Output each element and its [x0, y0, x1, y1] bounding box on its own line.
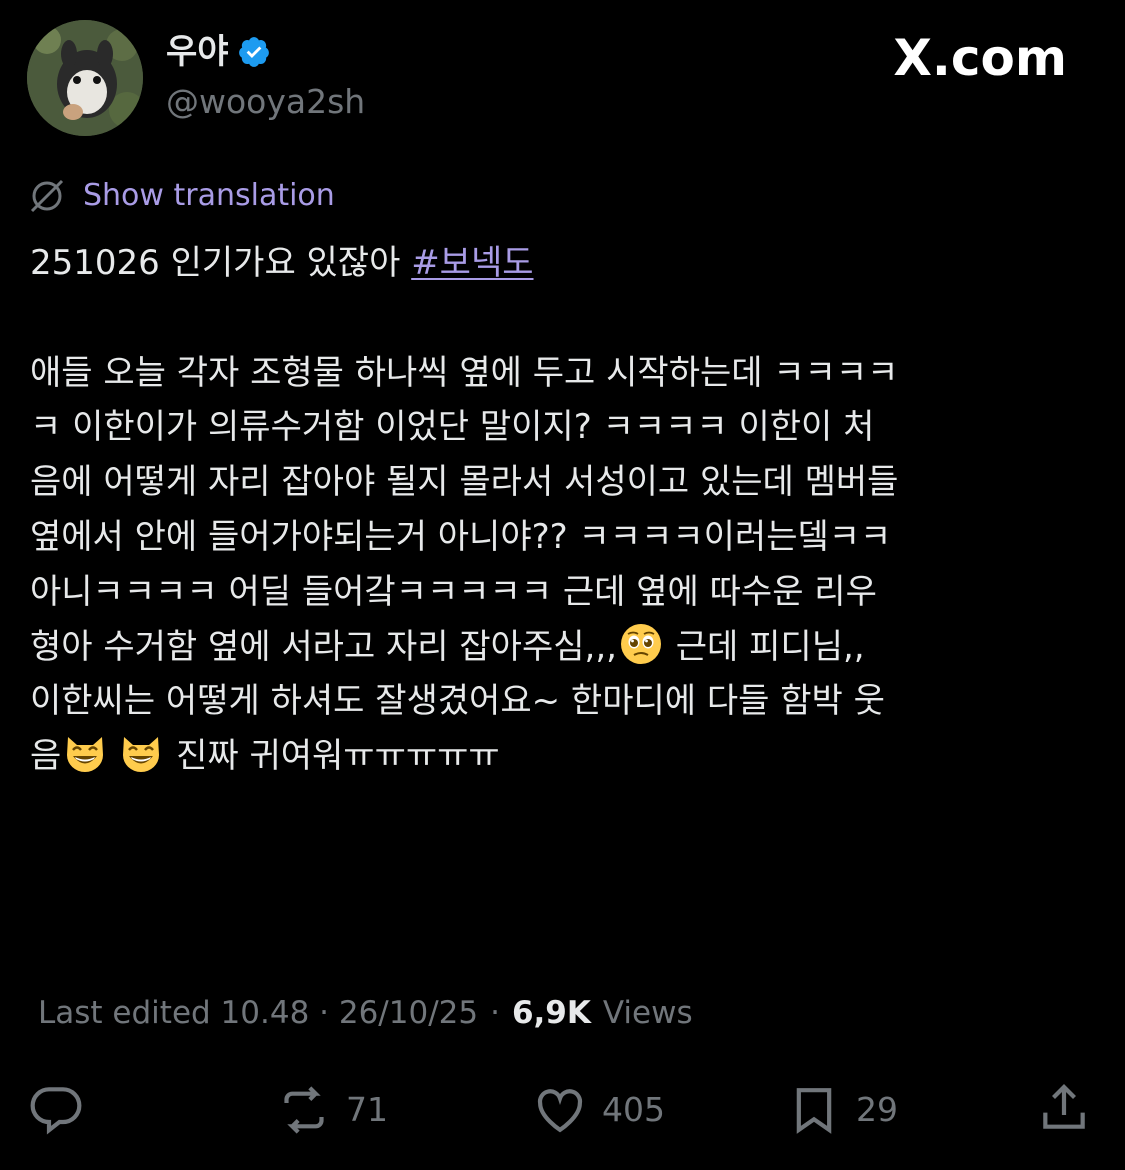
brand-logo: X.com	[893, 30, 1067, 86]
share-icon	[1043, 1084, 1085, 1129]
tweet-intro-text: 251026 인기가요 있잖아	[30, 243, 412, 283]
tweet-first-line: 251026 인기가요 있잖아 #보넥도	[30, 236, 1110, 291]
repost-icon	[284, 1086, 324, 1134]
tweet-text: 251026 인기가요 있잖아 #보넥도 애들 오늘 각자 조형물 하나씩 옆에…	[30, 236, 1110, 784]
bookmark-count: 29	[856, 1090, 898, 1129]
tweet-line-text: 진짜 귀여워ㅠㅠㅠㅠㅠ	[165, 736, 500, 777]
translate-row[interactable]: Show translation	[27, 176, 335, 216]
pleading-face-emoji-icon	[620, 623, 661, 664]
hashtag-link[interactable]: #보넥도	[411, 243, 533, 283]
tweet-line: 음에 어떻게 자리 잡아야 될지 몰라서 서성이고 있는데 멤버들	[30, 462, 899, 503]
bookmark-button[interactable]: 29	[786, 1080, 898, 1140]
verified-badge-icon	[238, 37, 269, 67]
views-count: 6,9K	[511, 995, 591, 1031]
tweet-line: 이한씨는 어떻게 하셔도 잘생겼어요~ 한마디에 다들 함박 웃	[30, 681, 885, 722]
action-bar: 71 405 29	[0, 1080, 1125, 1140]
grinning-cat-emoji-icon	[67, 737, 104, 773]
tweet-line: 애들 오늘 각자 조형물 하나씩 옆에 두고 시작하는데 ㅋㅋㅋㅋ	[30, 352, 899, 393]
repost-count: 71	[346, 1090, 388, 1129]
heart-icon	[537, 1089, 583, 1133]
reply-button[interactable]	[28, 1080, 84, 1136]
edited-timestamp[interactable]: Last edited 10.48 · 26/10/25	[38, 992, 478, 1034]
meta-separator: ·	[490, 995, 500, 1031]
repost-button[interactable]: 71	[276, 1080, 388, 1140]
display-name[interactable]: 우야	[166, 32, 229, 72]
tweet-meta: Last edited 10.48 · 26/10/25 · 6,9K View…	[38, 992, 693, 1034]
avatar-image	[27, 20, 143, 136]
views-label: Views	[602, 995, 693, 1031]
share-button[interactable]	[1036, 1080, 1092, 1136]
avatar[interactable]	[27, 20, 143, 136]
tweet-line: 옆에서 안에 들어가야되는거 아니야?? ㅋㅋㅋㅋ이러는뎈ㅋㅋ	[30, 516, 892, 557]
like-count: 405	[602, 1090, 665, 1129]
tweet-line-with-emoji: 음 진짜 귀여워ㅠㅠㅠㅠㅠ	[30, 729, 1110, 784]
bookmark-icon	[796, 1088, 832, 1134]
tweet-line-text: 음	[30, 736, 62, 777]
tweet-line-with-emoji: 형아 수거함 옆에 서라고 자리 잡아주심,,, 근데 피디님,,	[30, 620, 1110, 675]
brand-text: X.com	[893, 29, 1067, 87]
display-name-row[interactable]: 우야	[166, 32, 271, 72]
reply-icon	[30, 1087, 82, 1135]
tweet-line-text: 형아 수거함 옆에 서라고 자리 잡아주심,,,	[30, 626, 617, 667]
translate-globe-icon	[30, 179, 64, 213]
user-handle[interactable]: @wooya2sh	[166, 82, 365, 122]
grinning-cat-emoji-icon	[123, 737, 160, 773]
show-translation-link[interactable]: Show translation	[83, 176, 335, 216]
tweet-line: ㅋ 이한이가 의류수거함 이었단 말이지? ㅋㅋㅋㅋ 이한이 처	[30, 407, 875, 448]
tweet-line: 아니ㅋㅋㅋㅋ 어딜 들어갘ㅋㅋㅋㅋㅋ 근데 옆에 따수운 리우	[30, 571, 877, 612]
like-button[interactable]: 405	[532, 1080, 665, 1140]
tweet-line-text: 근데 피디님,,	[664, 626, 865, 667]
